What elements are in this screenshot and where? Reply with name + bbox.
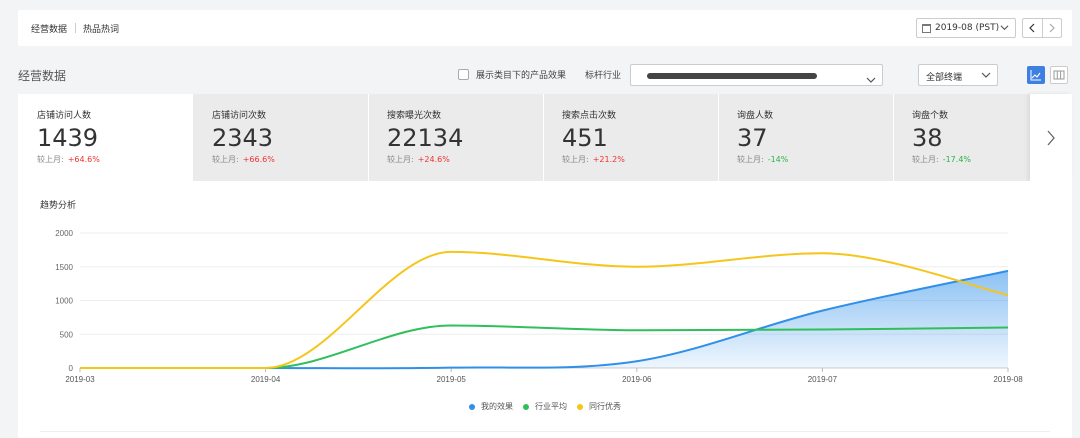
legend-dot bbox=[469, 403, 475, 410]
top-bar: 经营数据 热品热词 2019-08 (PST) bbox=[18, 10, 1072, 46]
legend-item[interactable]: 同行优秀 bbox=[577, 401, 621, 412]
next-metrics-button[interactable] bbox=[1030, 94, 1072, 181]
metric-label: 店铺访问次数 bbox=[212, 111, 267, 121]
line-chart-icon bbox=[1030, 70, 1041, 81]
metric-compare: 较上月: -17.4% bbox=[912, 155, 972, 164]
redacted-value bbox=[647, 73, 817, 79]
metric-card-search-impressions[interactable]: 搜索曝光次数 22134 较上月: +24.6% bbox=[368, 94, 543, 181]
y-tick-label: 2000 bbox=[55, 229, 73, 238]
industry-label: 标杆行业 bbox=[585, 71, 622, 81]
metric-compare: 较上月: -14% bbox=[737, 155, 789, 164]
chevron-down-icon bbox=[1000, 23, 1009, 35]
metric-value: 37 bbox=[737, 124, 768, 152]
chevron-left-icon bbox=[1029, 23, 1035, 33]
x-tick-label: 2019-06 bbox=[622, 375, 652, 384]
chevron-right-icon bbox=[1047, 130, 1055, 145]
y-tick-label: 0 bbox=[69, 364, 74, 373]
checkbox-label: 展示类目下的产品效果 bbox=[476, 71, 567, 81]
legend-item[interactable]: 行业平均 bbox=[523, 401, 567, 412]
chevron-down-icon bbox=[866, 70, 876, 89]
metric-card-inquiry-count[interactable]: 询盘个数 38 较上月: -17.4% bbox=[893, 94, 1030, 181]
trend-line-chart: 0 500 1000 1500 2000 2019-03 2019-04 2019-05 201… bbox=[55, 229, 1023, 384]
date-select-value: 2019-08 (PST) bbox=[935, 23, 1000, 33]
tab-business-data[interactable]: 经营数据 bbox=[31, 22, 67, 35]
terminal-select[interactable]: 全部终端 bbox=[918, 64, 998, 86]
metric-compare: 较上月: +21.2% bbox=[562, 155, 625, 164]
metric-label: 搜索点击次数 bbox=[562, 111, 617, 121]
metric-value: 451 bbox=[562, 124, 608, 152]
chart-legend: 我的效果 行业平均 同行优秀 bbox=[18, 401, 1072, 412]
metric-change: +64.6% bbox=[67, 155, 100, 164]
legend-label: 同行优秀 bbox=[589, 402, 621, 411]
metric-change: -14% bbox=[767, 155, 789, 164]
calendar-icon bbox=[922, 23, 931, 33]
metric-value: 2343 bbox=[212, 124, 274, 152]
legend-item[interactable]: 我的效果 bbox=[469, 401, 513, 412]
metric-label: 店铺访问人数 bbox=[37, 111, 92, 121]
y-tick-label: 1000 bbox=[55, 297, 73, 306]
trend-chart-panel: 趋势分析 0 500 1000 1500 2000 2019-03 2019-04 2019-… bbox=[18, 181, 1072, 438]
metric-compare: 较上月: +24.6% bbox=[387, 155, 450, 164]
tab-divider bbox=[75, 23, 77, 33]
legend-label: 我的效果 bbox=[481, 402, 513, 411]
y-tick-label: 500 bbox=[60, 330, 74, 339]
metric-card-inquiry-people[interactable]: 询盘人数 37 较上月: -14% bbox=[718, 94, 893, 181]
industry-select[interactable] bbox=[630, 64, 883, 86]
metric-change: +21.2% bbox=[592, 155, 625, 164]
chevron-right-icon bbox=[1049, 23, 1055, 33]
legend-dot bbox=[523, 403, 529, 410]
metric-label: 询盘个数 bbox=[912, 111, 949, 121]
metric-cards: 店铺访问人数 1439 较上月: +64.6% 店铺访问次数 2343 较上月: +… bbox=[18, 94, 1072, 181]
date-select[interactable]: 2019-08 (PST) bbox=[916, 18, 1016, 38]
category-products-checkbox[interactable] bbox=[458, 69, 469, 80]
x-tick-label: 2019-08 bbox=[993, 375, 1023, 384]
x-tick-label: 2019-04 bbox=[251, 375, 281, 384]
x-tick-label: 2019-03 bbox=[65, 375, 95, 384]
metric-card-shop-visits[interactable]: 店铺访问次数 2343 较上月: +66.6% bbox=[193, 94, 368, 181]
tab-hot-products[interactable]: 热品热词 bbox=[83, 22, 119, 35]
table-icon bbox=[1053, 70, 1065, 80]
legend-label: 行业平均 bbox=[535, 402, 567, 411]
y-tick-label: 1500 bbox=[55, 263, 73, 272]
series-area-mine bbox=[80, 270, 1008, 369]
prev-month-button[interactable] bbox=[1023, 19, 1043, 37]
metric-card-shop-visitors[interactable]: 店铺访问人数 1439 较上月: +64.6% bbox=[18, 94, 193, 181]
metric-change: +24.6% bbox=[417, 155, 450, 164]
metric-value: 22134 bbox=[387, 124, 464, 152]
metric-value: 38 bbox=[912, 124, 943, 152]
next-month-button[interactable] bbox=[1043, 19, 1062, 37]
x-tick-label: 2019-07 bbox=[808, 375, 838, 384]
metric-card-search-clicks[interactable]: 搜索点击次数 451 较上月: +21.2% bbox=[543, 94, 718, 181]
terminal-select-value: 全部终端 bbox=[926, 73, 963, 83]
chevron-down-icon bbox=[981, 70, 991, 83]
month-nav bbox=[1022, 18, 1062, 38]
section-title: 经营数据 bbox=[18, 69, 67, 83]
legend-dot bbox=[577, 403, 583, 410]
divider bbox=[40, 431, 1050, 432]
metric-value: 1439 bbox=[37, 124, 99, 152]
metric-change: -17.4% bbox=[942, 155, 972, 164]
metric-label: 询盘人数 bbox=[737, 111, 774, 121]
line-chart-view-button[interactable] bbox=[1027, 66, 1045, 84]
x-tick-label: 2019-05 bbox=[437, 375, 467, 384]
metric-label: 搜索曝光次数 bbox=[387, 111, 442, 121]
table-view-button[interactable] bbox=[1050, 66, 1068, 84]
metric-compare: 较上月: +66.6% bbox=[212, 155, 275, 164]
metric-compare: 较上月: +64.6% bbox=[37, 155, 100, 164]
metric-change: +66.6% bbox=[242, 155, 275, 164]
